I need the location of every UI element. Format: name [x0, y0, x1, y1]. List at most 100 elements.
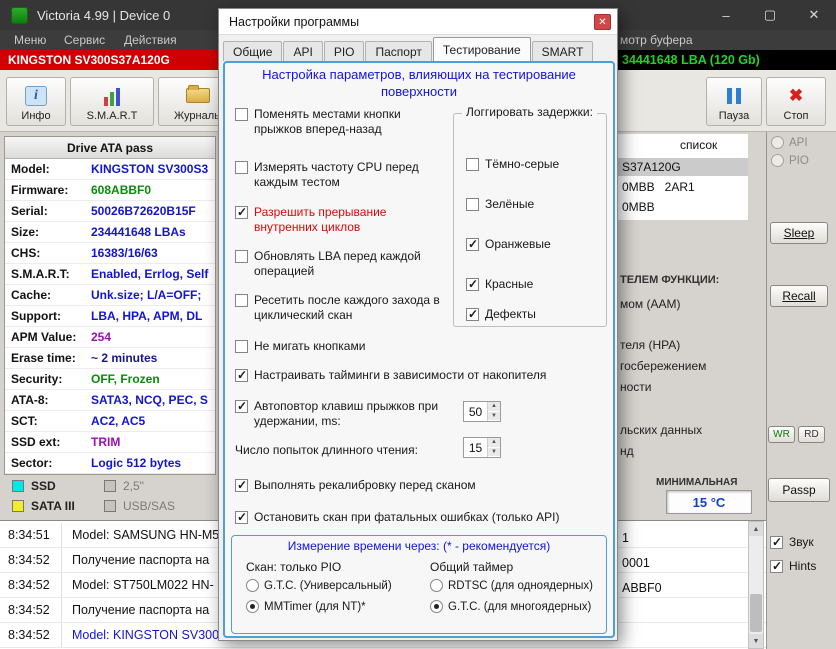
info-button[interactable]: Инфо: [6, 77, 66, 126]
api-radio[interactable]: API: [771, 136, 808, 149]
gtc-universal-radio[interactable]: G.T.C. (Универсальный): [246, 579, 392, 592]
stop-on-fatal-checkbox[interactable]: Остановить скан при фатальных ошибках (т…: [235, 510, 605, 525]
stop-button[interactable]: Стоп: [766, 77, 826, 126]
pio-radio[interactable]: PIO: [771, 154, 809, 167]
scroll-up-icon[interactable]: ▲: [749, 522, 763, 536]
spin-up-icon[interactable]: [488, 402, 500, 412]
orange-delays-checkbox[interactable]: Оранжевые: [466, 237, 551, 252]
recalibrate-checkbox[interactable]: Выполнять рекалибровку перед сканом: [235, 478, 605, 493]
functions-header-fragment: ТЕЛЕМ ФУНКЦИИ:: [620, 274, 720, 286]
maximize-icon[interactable]: [748, 0, 792, 30]
pause-icon: [727, 87, 741, 104]
time-measurement-group: Измерение времени через: (* - рекомендуе…: [231, 535, 607, 634]
swap-jump-buttons-checkbox[interactable]: Поменять местами кнопки прыжков вперед-н…: [235, 107, 440, 137]
tab-pio[interactable]: PIO: [323, 41, 365, 61]
dialog-title: Настройки программы: [229, 14, 360, 29]
tab-api[interactable]: API: [283, 41, 323, 61]
min-temperature-label: МИНИМАЛЬНАЯ: [656, 477, 738, 488]
legend-25inch: 2,5": [104, 479, 144, 493]
table-row: Support: LBA, HPA, APM, DL: [5, 306, 215, 327]
legend-ssd: SSD: [12, 479, 56, 493]
app-icon: [11, 6, 28, 24]
defects-delays-checkbox[interactable]: Дефекты: [466, 307, 536, 322]
common-timer-label: Общий таймер: [430, 560, 514, 574]
wr-button[interactable]: WR: [768, 426, 795, 443]
list-item-selected[interactable]: S37A120G: [618, 158, 748, 176]
table-row: S.M.A.R.T: Enabled, Errlog, Self: [5, 264, 215, 285]
scroll-thumb[interactable]: [750, 594, 762, 632]
red-delays-checkbox[interactable]: Красные: [466, 277, 533, 292]
mmtimer-radio[interactable]: MMTimer (для NT)*: [246, 600, 366, 613]
hpa-option-fragment[interactable]: теля (HPA): [620, 338, 680, 352]
hints-checkbox[interactable]: Hints: [770, 559, 816, 574]
sleep-button[interactable]: Sleep: [770, 222, 828, 244]
menu-item-service[interactable]: Сервис: [64, 33, 105, 47]
scan-pio-label: Скан: только PIO: [246, 560, 342, 574]
menu-item-actions[interactable]: Действия: [124, 33, 177, 47]
pause-button[interactable]: Пауза: [706, 77, 762, 126]
close-icon[interactable]: [792, 0, 836, 30]
drive-list-header-fragment: список: [680, 138, 718, 152]
sound-checkbox[interactable]: Звук: [770, 535, 814, 550]
spin-down-icon[interactable]: [488, 447, 500, 457]
log-fragment: ABBF0: [622, 581, 662, 595]
measure-cpu-checkbox[interactable]: Измерять частоту CPU перед каждым тестом: [235, 160, 440, 190]
allow-interrupt-checkbox[interactable]: Разрешить прерывание внутренних циклов: [235, 205, 440, 235]
list-item[interactable]: 0MBB: [618, 198, 748, 216]
dialog-close-icon[interactable]: [594, 14, 611, 30]
log-scrollbar[interactable]: ▲ ▼: [748, 521, 764, 649]
autorepeat-checkbox[interactable]: Автоповтор клавиш прыжков при удержании,…: [235, 399, 440, 429]
usb-swatch: [104, 500, 116, 512]
minimize-icon[interactable]: [704, 0, 748, 30]
security-option-fragment[interactable]: ности: [620, 380, 652, 394]
tab-smart[interactable]: SMART: [531, 41, 594, 61]
autorepeat-ms-stepper[interactable]: 50: [463, 401, 501, 422]
table-row: ATA-8: SATA3, NCQ, PEC, S: [5, 390, 215, 411]
smart-button[interactable]: S.M.A.R.T: [70, 77, 154, 126]
tab-testirovanie[interactable]: Тестирование: [432, 37, 531, 61]
userdata-option-fragment[interactable]: льских данных: [620, 423, 702, 437]
table-row: SCT: AC2, AC5: [5, 411, 215, 432]
dark-gray-delays-checkbox[interactable]: Тёмно-серые: [466, 157, 559, 172]
aam-option-fragment[interactable]: мом (AAM): [620, 297, 681, 311]
menu-item-buffer-view-fragment[interactable]: мотр буфера: [620, 33, 693, 47]
long-read-attempts-stepper[interactable]: 15: [463, 437, 501, 458]
passp-button[interactable]: Passp: [768, 478, 830, 502]
drive-passport-panel: Drive ATA pass Model: KINGSTON SV300S3 Fi…: [4, 136, 216, 475]
power-option-fragment[interactable]: госбережением: [620, 359, 706, 373]
table-row: APM Value: 254: [5, 327, 215, 348]
legend-sata3: SATA III: [12, 499, 75, 513]
spin-up-icon[interactable]: [488, 438, 500, 448]
rd-button[interactable]: RD: [798, 426, 825, 443]
dialog-tab-strip: Общие API PIO Паспорт Тестирование SMART: [223, 37, 594, 61]
stop-icon: [789, 87, 803, 104]
drive-list: список S37A120G 0MBB 2AR1 0MBB: [618, 134, 748, 220]
page-heading: Настройка параметров, влияющих на тестир…: [262, 67, 576, 99]
menu-item-menu[interactable]: Меню: [14, 33, 46, 47]
adjust-timings-checkbox[interactable]: Настраивать тайминги в зависимости от на…: [235, 368, 605, 383]
no-blink-buttons-checkbox[interactable]: Не мигать кнопками: [235, 339, 440, 354]
recall-button[interactable]: Recall: [770, 285, 828, 307]
table-row: CHS: 16383/16/63: [5, 243, 215, 264]
inch-swatch: [104, 480, 116, 492]
tab-pasport[interactable]: Паспорт: [365, 41, 432, 61]
spin-down-icon[interactable]: [488, 411, 500, 421]
command-option-fragment[interactable]: нд: [620, 444, 634, 458]
refresh-lba-checkbox[interactable]: Обновлять LBA перед каждой операцией: [235, 249, 440, 279]
long-read-attempts-label: Число попыток длинного чтения:: [235, 443, 418, 457]
folder-icon: [186, 85, 210, 103]
table-row: SSD ext: TRIM: [5, 432, 215, 453]
scroll-down-icon[interactable]: ▼: [749, 634, 763, 648]
ssd-swatch: [12, 480, 24, 492]
reset-each-cycle-checkbox[interactable]: Ресетить после каждого захода в цикличес…: [235, 293, 440, 323]
gtc-multicore-radio[interactable]: G.T.C. (для многоядерных): [430, 600, 591, 613]
green-delays-checkbox[interactable]: Зелёные: [466, 197, 534, 212]
log-fragment: 1: [622, 531, 629, 545]
rdtsc-radio[interactable]: RDTSC (для одноядерных): [430, 579, 593, 592]
settings-dialog: Настройки программы Общие API PIO Паспор…: [218, 8, 618, 641]
list-item[interactable]: 0MBB 2AR1: [618, 178, 748, 196]
tab-obshchie[interactable]: Общие: [223, 41, 283, 61]
table-row: Serial: 50026B72620B15F: [5, 201, 215, 222]
log-delays-group: Логгировать задержки: Тёмно-серые Зелёны…: [453, 105, 607, 327]
temperature-display: 15 °C: [666, 490, 752, 514]
